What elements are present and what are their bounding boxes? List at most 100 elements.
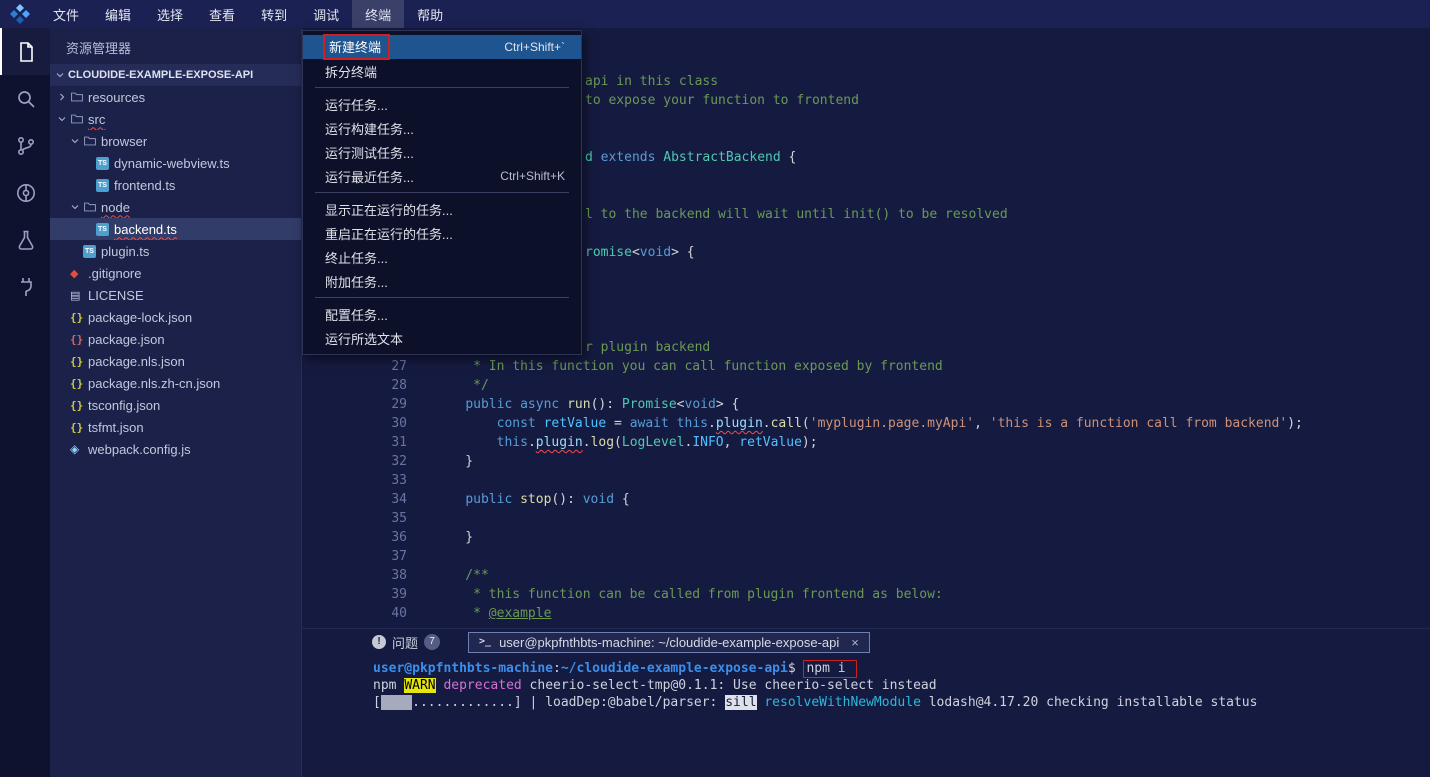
- tree-item-tsconfig.json[interactable]: {}tsconfig.json: [50, 394, 301, 416]
- menu-item-运行最近任务...[interactable]: 运行最近任务...Ctrl+Shift+K: [303, 164, 581, 188]
- chevron-down-icon: [69, 135, 81, 147]
- menu-item-运行所选文本[interactable]: 运行所选文本: [303, 326, 581, 350]
- indent-spacer: [82, 157, 94, 169]
- code-text: const retValue = await this.plugin.call(…: [434, 414, 1303, 433]
- tree-item-package-lock.json[interactable]: {}package-lock.json: [50, 306, 301, 328]
- tree-item-node[interactable]: node: [50, 196, 301, 218]
- tree-item-backend.ts[interactable]: TSbackend.ts: [50, 218, 301, 240]
- tree-item-frontend.ts[interactable]: TSfrontend.ts: [50, 174, 301, 196]
- line-number: 30: [302, 414, 407, 433]
- menu-item-配置任务...[interactable]: 配置任务...: [303, 302, 581, 326]
- tree-item-label: package.nls.zh-cn.json: [88, 376, 220, 391]
- code-line: 29 public async run(): Promise<void> {: [302, 395, 1430, 414]
- indent-spacer: [56, 421, 68, 433]
- tree-item-label: resources: [88, 90, 145, 105]
- indent-spacer: [56, 289, 68, 301]
- menu-item-运行任务...[interactable]: 运行任务...: [303, 92, 581, 116]
- tree-item-package.nls.json[interactable]: {}package.nls.json: [50, 350, 301, 372]
- indent-spacer: [56, 311, 68, 323]
- tree-item-LICENSE[interactable]: ▤LICENSE: [50, 284, 301, 306]
- menu-查看[interactable]: 查看: [196, 0, 248, 28]
- menu-item-运行测试任务...[interactable]: 运行测试任务...: [303, 140, 581, 164]
- code-text: to expose your function to frontend: [585, 91, 859, 110]
- indent-spacer: [82, 223, 94, 235]
- menu-终端[interactable]: 终端: [352, 0, 404, 28]
- tree-item-label: plugin.ts: [101, 244, 149, 259]
- tree-item-browser[interactable]: browser: [50, 130, 301, 152]
- tree-item-src[interactable]: src: [50, 108, 301, 130]
- chevron-down-icon: [56, 113, 68, 125]
- indent-spacer: [69, 245, 81, 257]
- tree-item-.gitignore[interactable]: ◆.gitignore: [50, 262, 301, 284]
- test-flask-icon[interactable]: [0, 216, 50, 263]
- problems-label: 问题: [392, 633, 418, 652]
- menu-bar: 文件编辑选择查看转到调试终端帮助: [40, 0, 456, 28]
- close-icon[interactable]: ×: [851, 635, 859, 650]
- menu-item-label: 运行测试任务...: [325, 143, 414, 162]
- menu-item-显示正在运行的任务...[interactable]: 显示正在运行的任务...: [303, 197, 581, 221]
- menu-文件[interactable]: 文件: [40, 0, 92, 28]
- tab-problems[interactable]: ! 问题 7: [372, 633, 440, 652]
- folder-icon: [70, 112, 88, 126]
- menu-item-拆分终端[interactable]: 拆分终端: [303, 59, 581, 83]
- menu-帮助[interactable]: 帮助: [404, 0, 456, 28]
- terminal-prompt-icon: >_: [479, 636, 491, 648]
- tree-item-label: tsfmt.json: [88, 420, 144, 435]
- tree-item-webpack.config.js[interactable]: ◈webpack.config.js: [50, 438, 301, 460]
- menu-item-label: 显示正在运行的任务...: [325, 200, 453, 219]
- menu-item-新建终端[interactable]: 新建终端Ctrl+Shift+`: [303, 35, 581, 59]
- marketplace-icon[interactable]: [0, 169, 50, 216]
- tree-root-label: CLOUDIDE-EXAMPLE-EXPOSE-API: [68, 69, 253, 81]
- tree-item-resources[interactable]: resources: [50, 86, 301, 108]
- git-file-icon: ◆: [70, 267, 88, 280]
- plugin-icon[interactable]: [0, 263, 50, 310]
- chevron-right-icon: [56, 91, 68, 103]
- tree-item-package.json[interactable]: {}package.json: [50, 328, 301, 350]
- line-number: 35: [302, 509, 407, 528]
- sidebar: 资源管理器 CLOUDIDE-EXAMPLE-EXPOSE-API resour…: [50, 28, 302, 777]
- terminal-line: user@pkpfnthbts-machine:~/cloudide-examp…: [373, 660, 857, 677]
- menu-item-运行构建任务...[interactable]: 运行构建任务...: [303, 116, 581, 140]
- code-line: 39 * this function can be called from pl…: [302, 585, 1430, 604]
- menu-item-label-annotated: 新建终端: [325, 36, 388, 58]
- code-text: * this function can be called from plugi…: [434, 585, 943, 604]
- panel-tab-bar: ! 问题 7 >_ user@pkpfnthbts-machine: ~/clo…: [302, 629, 1430, 655]
- tree-item-label: package.json: [88, 332, 165, 347]
- menu-item-label: 运行构建任务...: [325, 119, 414, 138]
- tree-item-label: src: [88, 112, 105, 127]
- json-file-icon: {}: [70, 355, 88, 368]
- tree-item-label: .gitignore: [88, 266, 141, 281]
- indent-spacer: [56, 267, 68, 279]
- code-line: 37: [302, 547, 1430, 566]
- line-number: 34: [302, 490, 407, 509]
- source-control-icon[interactable]: [0, 122, 50, 169]
- code-line: 38 /**: [302, 566, 1430, 585]
- search-icon[interactable]: [0, 75, 50, 122]
- ts-file-icon: TS: [96, 179, 114, 192]
- code-line: 30 const retValue = await this.plugin.ca…: [302, 414, 1430, 433]
- menu-调试[interactable]: 调试: [300, 0, 352, 28]
- sidebar-title: 资源管理器: [50, 28, 301, 64]
- tree-item-plugin.ts[interactable]: TSplugin.ts: [50, 240, 301, 262]
- json-file-icon: {}: [70, 421, 88, 434]
- menu-转到[interactable]: 转到: [248, 0, 300, 28]
- tree-item-dynamic-webview.ts[interactable]: TSdynamic-webview.ts: [50, 152, 301, 174]
- tree-item-package.nls.zh-cn.json[interactable]: {}package.nls.zh-cn.json: [50, 372, 301, 394]
- menu-item-重启正在运行的任务...[interactable]: 重启正在运行的任务...: [303, 221, 581, 245]
- menu-item-附加任务...[interactable]: 附加任务...: [303, 269, 581, 293]
- tab-terminal[interactable]: >_ user@pkpfnthbts-machine: ~/cloudide-e…: [468, 632, 870, 653]
- menu-选择[interactable]: 选择: [144, 0, 196, 28]
- code-text: l to the backend will wait until init() …: [585, 205, 1008, 224]
- folder-icon: [70, 90, 88, 104]
- tree-item-label: LICENSE: [88, 288, 144, 303]
- menu-separator: [315, 87, 569, 88]
- menu-编辑[interactable]: 编辑: [92, 0, 144, 28]
- tree-root-row[interactable]: CLOUDIDE-EXAMPLE-EXPOSE-API: [50, 64, 301, 86]
- json-file-icon: {}: [70, 311, 88, 324]
- json-file-icon: {}: [70, 377, 88, 390]
- menu-item-终止任务...[interactable]: 终止任务...: [303, 245, 581, 269]
- chevron-down-icon: [69, 201, 81, 213]
- files-icon[interactable]: [0, 28, 50, 75]
- tree-item-tsfmt.json[interactable]: {}tsfmt.json: [50, 416, 301, 438]
- menu-item-label: 终止任务...: [325, 248, 388, 267]
